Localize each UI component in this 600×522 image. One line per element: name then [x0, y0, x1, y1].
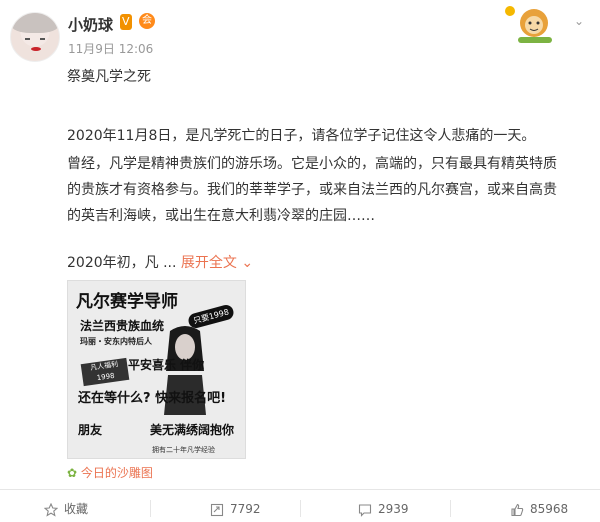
verified-badge: V	[120, 14, 132, 30]
source-label: 今日的沙雕图	[80, 466, 153, 480]
post-title: 祭奠凡学之死	[67, 69, 151, 85]
mascot-icon	[505, 6, 552, 43]
paragraph-2-line-1: 曾经，凡学是精神贵族们的游乐场。它是小众的，高端的，只有最具有精英特质	[67, 156, 557, 172]
paragraph-1: 2020年11月8日，是凡学死亡的日子，请各位学子记住这令人悲痛的一天。	[67, 128, 536, 144]
paragraph-2-line-3: 的英吉利海峡，或出生在意大利翡冷翠的庄园……	[67, 208, 375, 224]
chevron-down-icon[interactable]: ⌄	[574, 14, 584, 28]
poster-small-text: 玛丽・安东内特后人	[80, 337, 152, 346]
star-icon	[44, 502, 58, 517]
avatar-hair	[11, 13, 59, 33]
comment-icon	[358, 503, 372, 517]
like-button[interactable]: 85968	[510, 497, 568, 521]
forward-button[interactable]: 7792	[210, 497, 261, 521]
collect-label: 收藏	[64, 502, 89, 516]
flower-icon: ✿	[67, 466, 78, 480]
like-count: 85968	[530, 502, 569, 516]
comment-button[interactable]: 2939	[358, 497, 409, 521]
paragraph-2-line-2: 的贵族才有资格参与。我们的莘莘学子，或来自法兰西的凡尔赛宫，或来自高贵	[67, 182, 557, 198]
source-link[interactable]: ✿ 今日的沙雕图	[67, 464, 153, 481]
post-image[interactable]: 凡尔赛学导师 只要1998 法兰西贵族血统 玛丽・安东内特后人 凡人福利 199…	[67, 280, 246, 459]
poster-hug-text: 美无满绣阔抱你	[150, 423, 235, 437]
chevron-down-icon[interactable]: ⌄	[237, 255, 253, 271]
poster-subtitle: 法兰西贵族血统	[80, 319, 165, 333]
avatar-eye	[25, 38, 30, 40]
poster-friend-text: 朋友	[78, 423, 103, 437]
paragraph-3-text: 2020年初，凡 ...	[67, 255, 181, 271]
separator	[300, 500, 301, 517]
forward-count: 7792	[230, 502, 261, 516]
avatar[interactable]	[10, 12, 60, 62]
post-time[interactable]: 11月9日 12:06	[68, 40, 153, 57]
avatar-lips	[31, 47, 41, 51]
forward-icon	[210, 503, 224, 516]
divider	[0, 489, 600, 490]
avatar-eye	[40, 38, 45, 40]
poster-call-to-action: 还在等什么? 快来报名吧!	[78, 391, 226, 406]
separator	[150, 500, 151, 517]
separator	[450, 500, 451, 517]
poster-sticker: 凡人福利 1998	[80, 357, 130, 387]
paragraph-3: 2020年初，凡 ... 展开全文 ⌄	[67, 250, 253, 276]
collect-button[interactable]: 收藏	[44, 497, 88, 521]
expand-link[interactable]: 展开全文	[181, 255, 237, 271]
member-badge: 会	[139, 13, 155, 29]
thumbs-up-icon	[511, 503, 524, 516]
author-name[interactable]: 小奶球	[68, 14, 113, 35]
comment-count: 2939	[378, 502, 409, 516]
poster-title: 凡尔赛学导师	[76, 292, 178, 312]
poster-mid-text: 平安喜乐 伴你	[128, 358, 205, 372]
poster-footer: 拥有二十年凡学经验	[152, 446, 215, 454]
